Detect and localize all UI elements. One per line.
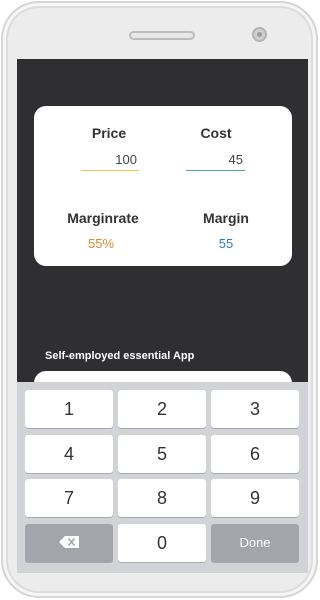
key-4[interactable]: 4: [25, 435, 113, 473]
key-9[interactable]: 9: [211, 479, 299, 517]
price-input[interactable]: 100: [81, 151, 139, 171]
speaker-grill: [129, 31, 195, 40]
done-key[interactable]: Done: [211, 524, 299, 562]
marginrate-label: Marginrate: [67, 210, 139, 226]
cost-input[interactable]: 45: [186, 151, 245, 171]
key-7[interactable]: 7: [25, 479, 113, 517]
backspace-key[interactable]: [25, 524, 113, 562]
calculator-card: Price Cost 100 45 Marginrate Margin 55% …: [34, 106, 292, 266]
numeric-keyboard: 1 2 3 4 5 6 7 8 9 0 Done: [17, 382, 308, 573]
key-0[interactable]: 0: [118, 524, 206, 562]
key-5[interactable]: 5: [118, 435, 206, 473]
key-2[interactable]: 2: [118, 390, 206, 428]
key-3[interactable]: 3: [211, 390, 299, 428]
price-label: Price: [91, 125, 127, 141]
backspace-icon: [59, 536, 79, 549]
key-6[interactable]: 6: [211, 435, 299, 473]
key-8[interactable]: 8: [118, 479, 206, 517]
marginrate-value: 55%: [87, 236, 115, 251]
cost-label: Cost: [200, 125, 232, 141]
margin-value: 55: [218, 236, 234, 251]
key-1[interactable]: 1: [25, 390, 113, 428]
promo-title: Self-employed essential App: [45, 350, 195, 362]
phone-frame: Price Cost 100 45 Marginrate Margin 55% …: [1, 1, 318, 598]
camera-icon: [252, 27, 267, 42]
margin-label: Margin: [203, 210, 249, 226]
